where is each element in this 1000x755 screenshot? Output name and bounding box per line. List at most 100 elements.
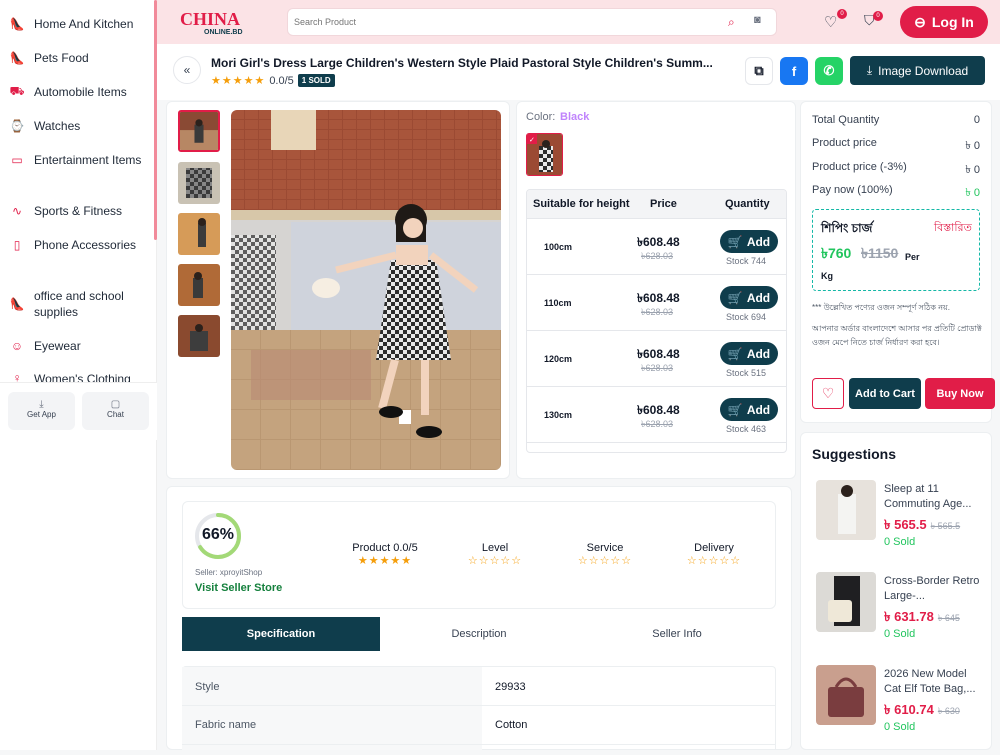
stock: Stock 463 — [726, 424, 767, 434]
old-price: ৳628.03 — [641, 363, 674, 373]
total-quantity-row: Total Quantity 0 — [812, 114, 980, 126]
cart-icon: 🛒 — [727, 402, 743, 417]
suggestion-price: ৳ 565.5 ৳ 565.5 — [884, 517, 961, 532]
stars-icon: ★★★★★ — [357, 555, 413, 567]
buy-now-button[interactable]: Buy Now — [925, 378, 995, 409]
add-button[interactable]: 🛒 Add — [720, 230, 778, 253]
sidebar-item-phone-accessories[interactable]: ▯ Phone Accessories — [0, 237, 150, 253]
size-label: 110cm — [544, 298, 572, 308]
spec-value: Cotton — [495, 719, 528, 731]
sidebar-item-office-supplies[interactable]: 👠 office and school supplies — [0, 288, 150, 320]
tab-seller-info[interactable]: Seller Info — [578, 617, 776, 651]
color-swatch-black[interactable]: ✓ — [526, 133, 563, 176]
shipping-charge-box: শিপিং চার্জ বিস্তারিত ৳760 ৳1150 Per Kg — [812, 209, 980, 291]
suggestion-item[interactable]: Cross-Border Retro Large-... ৳ 631.78 ৳ 6… — [816, 572, 992, 662]
heart-icon: ♡ — [821, 385, 835, 401]
suggestion-sold: 0 Sold — [884, 628, 916, 640]
product-price-row: Product price ৳ 0 — [812, 137, 980, 152]
site-logo[interactable]: CHINA ONLINE.BD — [172, 5, 243, 39]
spec-key: Fabric name — [195, 719, 257, 731]
suggestion-item[interactable]: Sleep at 11 Commuting Age... ৳ 565.5 ৳ 56… — [816, 480, 992, 570]
suggestion-item[interactable]: 2026 New Model Cat Elf Tote Bag,... ৳ 61… — [816, 665, 992, 755]
sidebar-item-eyewear[interactable]: ☺ Eyewear — [0, 338, 150, 354]
shoe-icon: 👠 — [9, 51, 25, 65]
sidebar-item-automobile[interactable]: ⛟ Automobile Items — [0, 84, 150, 100]
table-row: 120cm ৳608.48 ৳628.03 🛒 Add Stock 515 — [527, 330, 786, 386]
suggestion-sold: 0 Sold — [884, 721, 916, 733]
wishlist-icon[interactable]: ♡ — [824, 13, 837, 31]
thumbnail-1[interactable] — [178, 110, 220, 152]
size-label: 120cm — [544, 354, 573, 364]
add-button[interactable]: 🛒 Add — [720, 398, 778, 421]
col-price: Price — [650, 198, 677, 210]
sidebar-item-entertainment[interactable]: ▭ Entertainment Items — [0, 152, 150, 168]
sidebar-item-home-and-kitchen[interactable]: 👠 Home And Kitchen — [0, 16, 150, 32]
rating-stars: ★★★★★ — [211, 75, 266, 87]
back-button[interactable]: « — [173, 56, 201, 84]
thumbnail-3[interactable] — [178, 213, 220, 255]
table-row: 100cm ৳608.48 ৳628.03 🛒 Add Stock 744 — [527, 218, 786, 274]
suggestion-price: ৳ 631.78 ৳ 645 — [884, 609, 960, 624]
suggestion-sold: 0 Sold — [884, 536, 916, 548]
sidebar-item-sports[interactable]: ∿ Sports & Fitness — [0, 203, 150, 219]
metric-level: Level ☆☆☆☆☆ — [455, 542, 535, 567]
facebook-icon: f — [791, 63, 797, 79]
main-product-image[interactable] — [231, 110, 501, 470]
stock: Stock 515 — [726, 368, 767, 378]
stock: Stock 694 — [726, 312, 767, 322]
metric-product: Product 0.0/5 ★★★★★ — [345, 542, 425, 567]
logo-text: CHINA — [180, 9, 241, 29]
shipping-details-link[interactable]: বিস্তারিত — [934, 219, 972, 238]
search-icon[interactable]: ⌕ — [728, 15, 735, 30]
cart-icon: 🛒 — [727, 346, 743, 361]
chat-button[interactable]: ▢ Chat — [82, 392, 149, 430]
add-button[interactable] — [720, 452, 778, 453]
sidebar-item-pets-food[interactable]: 👠 Pets Food — [0, 50, 150, 66]
smile-icon: ☺ — [10, 339, 24, 353]
chevrons-left-icon: « — [183, 63, 191, 77]
shipping-title: শিপিং চার্জ — [821, 221, 873, 235]
get-app-button[interactable]: ⤓ Get App — [8, 392, 75, 430]
wishlist-button[interactable]: ♡ — [812, 378, 844, 409]
sidebar-item-watches[interactable]: ⌚ Watches — [0, 118, 150, 134]
tv-icon: ▭ — [11, 153, 23, 167]
suggestion-name: 2026 New Model Cat Elf Tote Bag,... — [884, 668, 976, 695]
tab-specification[interactable]: Specification — [182, 617, 380, 651]
add-to-cart-button[interactable]: Add to Cart — [849, 378, 921, 409]
whatsapp-share-button[interactable]: ✆ — [815, 57, 843, 85]
sold-badge: 1 SOLD — [297, 74, 335, 87]
facebook-share-button[interactable]: f — [780, 57, 808, 85]
seller-name: Seller: xproyitShop — [195, 568, 263, 577]
login-icon: ⊖ — [914, 13, 926, 30]
add-button[interactable]: 🛒 Add — [720, 342, 778, 365]
search-input[interactable] — [294, 13, 714, 31]
truck-icon: ⛟ — [9, 84, 25, 98]
variant-table: Suitable for height Price Quantity 100cm… — [526, 189, 787, 453]
col-height: Suitable for height — [533, 198, 630, 210]
whatsapp-icon: ✆ — [823, 63, 835, 78]
suggestion-image — [816, 572, 876, 632]
stars-icon: ☆☆☆☆☆ — [686, 555, 742, 567]
image-download-button[interactable]: ⤓ Image Download — [850, 56, 985, 85]
discount-price-row: Product price (-3%) ৳ 0 — [812, 161, 980, 176]
thumbnail-5[interactable] — [178, 315, 220, 357]
size-label: 130cm — [544, 410, 573, 420]
col-quantity: Quantity — [725, 198, 770, 210]
metric-service: Service ☆☆☆☆☆ — [565, 542, 645, 567]
thumbnail-2[interactable] — [178, 162, 220, 204]
shipping-unit: Per Kg — [821, 252, 920, 281]
watch-icon: ⌚ — [9, 119, 25, 133]
download-icon: ⤓ — [866, 63, 873, 77]
add-button[interactable]: 🛒 Add — [720, 286, 778, 309]
shoe-icon: 👠 — [9, 17, 25, 31]
camera-icon[interactable]: ◙ — [754, 14, 761, 26]
old-price: ৳628.03 — [641, 307, 674, 317]
phone-icon: ▯ — [13, 238, 21, 252]
visit-seller-store-link[interactable]: Visit Seller Store — [195, 582, 282, 594]
svg-text:✓: ✓ — [529, 136, 535, 144]
tab-description[interactable]: Description — [380, 617, 578, 651]
copy-button[interactable]: ⧉ — [745, 57, 773, 85]
thumbnail-4[interactable] — [178, 264, 220, 306]
weight-note-2: আপনার অর্ডার বাংলাদেশে আসার পর প্রতিটি প… — [812, 324, 982, 347]
login-button[interactable]: ⊖ Log In — [900, 6, 988, 38]
